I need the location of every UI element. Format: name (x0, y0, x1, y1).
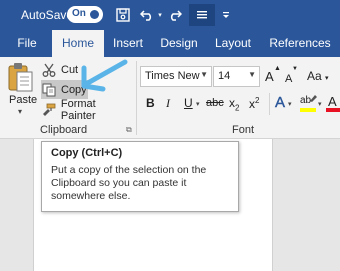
highlight-color-bar (300, 108, 316, 112)
scissors-icon (41, 62, 57, 78)
autosave-label: AutoSave (21, 8, 74, 22)
redo-icon[interactable] (167, 4, 183, 26)
toggle-knob (90, 10, 99, 19)
underline-button[interactable]: U (184, 96, 193, 110)
grow-font-label: A (265, 69, 274, 84)
tab-insert[interactable]: Insert (108, 30, 148, 57)
autosave-toggle[interactable]: On (67, 6, 103, 23)
copy-icon (41, 82, 57, 98)
italic-button[interactable]: I (166, 96, 170, 111)
shrink-arrow-icon: ▼ (292, 66, 298, 72)
font-color-button[interactable]: A (326, 93, 340, 115)
change-case-dropdown-icon: ▾ (325, 75, 329, 82)
clipboard-launcher-icon[interactable]: ⧉ (126, 125, 132, 135)
subscript-button[interactable]: x2 (229, 96, 239, 112)
font-row-separator (269, 93, 270, 115)
superscript-mark: 2 (255, 96, 260, 105)
paste-dropdown-icon[interactable]: ▾ (18, 107, 22, 116)
cut-label: Cut (61, 63, 79, 76)
undo-dropdown-icon[interactable]: ▾ (156, 4, 164, 26)
tab-home[interactable]: Home (52, 30, 104, 57)
format-painter-button[interactable]: Format Painter (41, 97, 133, 122)
ribbon-panel: Paste ▾ Cut Copy Format Painter Clipboar… (0, 57, 340, 139)
save-icon[interactable] (113, 4, 133, 26)
format-painter-label: Format Painter (60, 97, 96, 122)
cut-button[interactable]: Cut (41, 60, 131, 79)
copy-label: Copy (61, 83, 87, 96)
change-case-button[interactable]: Aa ▾ (307, 69, 337, 87)
paste-label[interactable]: Paste (9, 94, 37, 106)
paintbrush-icon (41, 102, 57, 118)
font-name-combo[interactable]: Times New R ▼ (140, 66, 212, 87)
undo-icon[interactable] (139, 4, 155, 26)
font-size-value: 14 (218, 70, 231, 82)
customize-qat-icon[interactable] (220, 4, 232, 26)
highlight-dropdown-icon[interactable]: ▾ (318, 100, 322, 108)
title-bar: AutoSave On ▾ (0, 0, 340, 30)
grow-arrow-icon: ▲ (274, 65, 281, 72)
copy-tooltip: Copy (Ctrl+C) Put a copy of the selectio… (41, 141, 239, 212)
tab-design[interactable]: Design (156, 30, 202, 57)
highlight-button[interactable]: ab (300, 93, 318, 115)
bold-button[interactable]: B (146, 96, 155, 110)
grow-font-button[interactable]: A ▲ (265, 65, 281, 86)
tab-layout[interactable]: Layout (210, 30, 256, 57)
text-effects-dropdown-icon[interactable]: ▾ (288, 100, 292, 108)
highlighter-icon (310, 95, 317, 102)
shrink-font-button[interactable]: A ▼ (285, 66, 299, 87)
clipboard-group-label: Clipboard (40, 124, 88, 136)
font-color-bar (326, 108, 340, 112)
touch-mode-icon[interactable] (189, 4, 215, 26)
shrink-font-label: A (285, 73, 293, 85)
tab-references[interactable]: References (264, 30, 336, 57)
font-size-dropdown-icon[interactable]: ▼ (248, 70, 256, 79)
font-color-label: A (328, 94, 337, 109)
font-group-label: Font (232, 124, 255, 136)
autosave-state: On (72, 8, 86, 19)
font-name-value: Times New R (145, 70, 201, 82)
ribbon-tab-bar: File Home Insert Design Layout Reference… (0, 30, 340, 57)
group-separator (136, 61, 137, 135)
copy-button[interactable]: Copy (41, 80, 88, 99)
strikethrough-button[interactable]: abc (206, 97, 224, 109)
text-effects-button[interactable]: A (275, 94, 285, 111)
font-size-combo[interactable]: 14 ▼ (213, 66, 260, 87)
tooltip-title: Copy (Ctrl+C) (51, 147, 123, 159)
tab-file[interactable]: File (10, 30, 44, 57)
subscript-mark: 2 (235, 103, 240, 113)
superscript-button[interactable]: x2 (249, 96, 259, 111)
paste-icon (8, 63, 33, 92)
font-name-dropdown-icon[interactable]: ▼ (200, 70, 208, 79)
tooltip-body: Put a copy of the selection on the Clipb… (51, 164, 207, 202)
change-case-label: Aa (307, 69, 322, 83)
underline-dropdown-icon[interactable]: ▾ (196, 100, 200, 108)
